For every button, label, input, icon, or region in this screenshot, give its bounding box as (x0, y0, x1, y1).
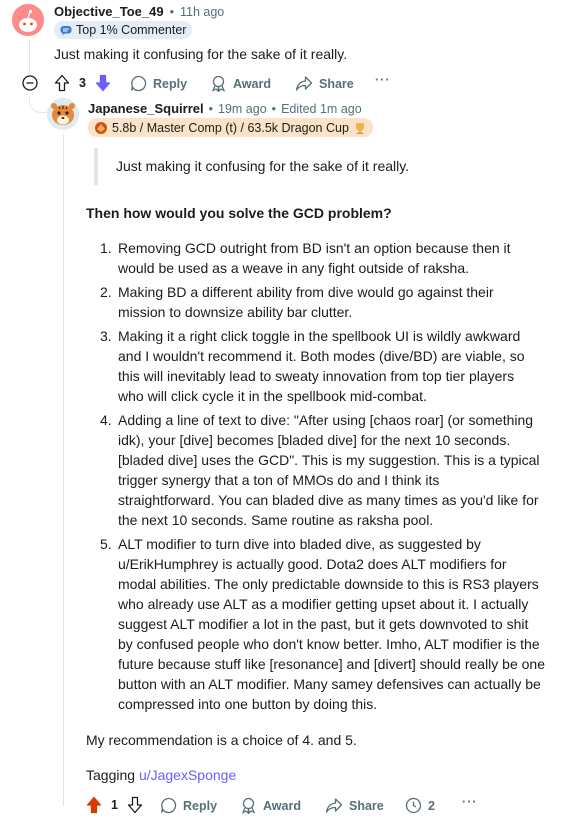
award-icon (211, 75, 226, 92)
award-label: Award (263, 798, 301, 813)
list-item: 3. Making it a right click toggle in the… (100, 328, 525, 404)
more-options-button[interactable]: ··· (462, 795, 478, 809)
collapse-icon (22, 75, 38, 91)
reply-button[interactable]: Reply (160, 797, 217, 814)
badge-label: Top 1% Commenter (76, 23, 187, 37)
blockquote: Just making it confusing for the sake of… (94, 148, 564, 185)
downvote-icon (127, 796, 143, 814)
user-flair: 5.8b / Master Comp (t) / 63.5k Dragon Cu… (88, 118, 373, 137)
meta-separator: • (169, 4, 174, 19)
reply-button[interactable]: Reply (130, 75, 187, 92)
reply-label: Reply (153, 76, 188, 91)
reply-thread-line (63, 134, 64, 806)
avatar[interactable] (12, 4, 44, 36)
parent-thread-line (29, 40, 30, 74)
thread-count-button[interactable]: 2 (405, 797, 435, 814)
vote-group: 1 (86, 796, 143, 814)
list-item: 2. Making BD a different ability from di… (100, 284, 494, 320)
vote-score: 3 (79, 76, 86, 90)
reply-thread-connector (29, 96, 48, 113)
vote-group: 3 (54, 74, 111, 92)
list-item: 5. ALT modifier to turn dive into bladed… (100, 536, 546, 712)
recommendation-text: My recommendation is a choice of 4. and … (86, 732, 357, 748)
more-options-icon: ··· (462, 795, 478, 809)
share-label: Share (349, 798, 384, 813)
meta-separator: • (208, 101, 214, 116)
snoo-avatar-icon (12, 4, 44, 36)
award-button[interactable]: Award (240, 797, 301, 814)
edited-timestamp: Edited 1m ago (281, 101, 362, 116)
comment-icon (130, 75, 147, 92)
thread-count: 2 (428, 798, 435, 813)
upvote-button[interactable] (86, 796, 102, 814)
heading: Then how would you solve the GCD problem… (86, 205, 392, 221)
share-icon (295, 76, 313, 91)
collapse-button[interactable] (22, 75, 38, 91)
clock-icon (405, 797, 422, 814)
downvote-button[interactable] (95, 74, 111, 92)
award-icon (241, 797, 256, 814)
upvote-icon (54, 74, 70, 92)
avatar[interactable] (47, 98, 79, 130)
tagging-label: Tagging (86, 767, 136, 783)
upvote-button[interactable] (54, 74, 70, 92)
downvote-button[interactable] (127, 796, 143, 814)
username[interactable]: Japanese_Squirrel (88, 101, 204, 116)
cup-flair-icon (355, 122, 364, 134)
share-button[interactable]: Share (295, 75, 354, 92)
share-button[interactable]: Share (325, 797, 384, 814)
timestamp[interactable]: 11h ago (180, 5, 224, 19)
dragon-flair-icon (95, 121, 107, 134)
reply-label: Reply (183, 798, 218, 813)
list-item: 4. Adding a line of text to dive: "After… (100, 412, 540, 528)
more-options-icon: ··· (375, 73, 391, 87)
flair-label: 5.8b / Master Comp (t) / 63.5k Dragon Cu… (112, 120, 349, 135)
share-label: Share (319, 76, 354, 91)
more-options-button[interactable]: ··· (375, 73, 391, 87)
award-label: Award (233, 76, 271, 91)
vote-score: 1 (111, 798, 118, 812)
comment-text: Just making it confusing for the sake of… (54, 46, 348, 62)
comment-icon (160, 797, 177, 814)
list-item: 1. Removing GCD outright from BD isn't a… (100, 240, 511, 276)
username[interactable]: Objective_Toe_49 (54, 4, 164, 19)
comment-badge-icon (60, 26, 72, 36)
downvote-icon (95, 74, 111, 92)
tagging-line: Tagging u/JagexSponge (86, 765, 236, 785)
timestamp[interactable]: 19m ago (218, 102, 267, 116)
user-mention-link[interactable]: u/JagexSponge (139, 767, 236, 783)
top-commenter-badge: Top 1% Commenter (54, 21, 193, 39)
meta-separator: • (271, 101, 277, 116)
award-button[interactable]: Award (210, 75, 271, 92)
upvote-icon (86, 796, 102, 814)
tiger-avatar-icon (47, 98, 79, 130)
share-icon (325, 798, 343, 813)
